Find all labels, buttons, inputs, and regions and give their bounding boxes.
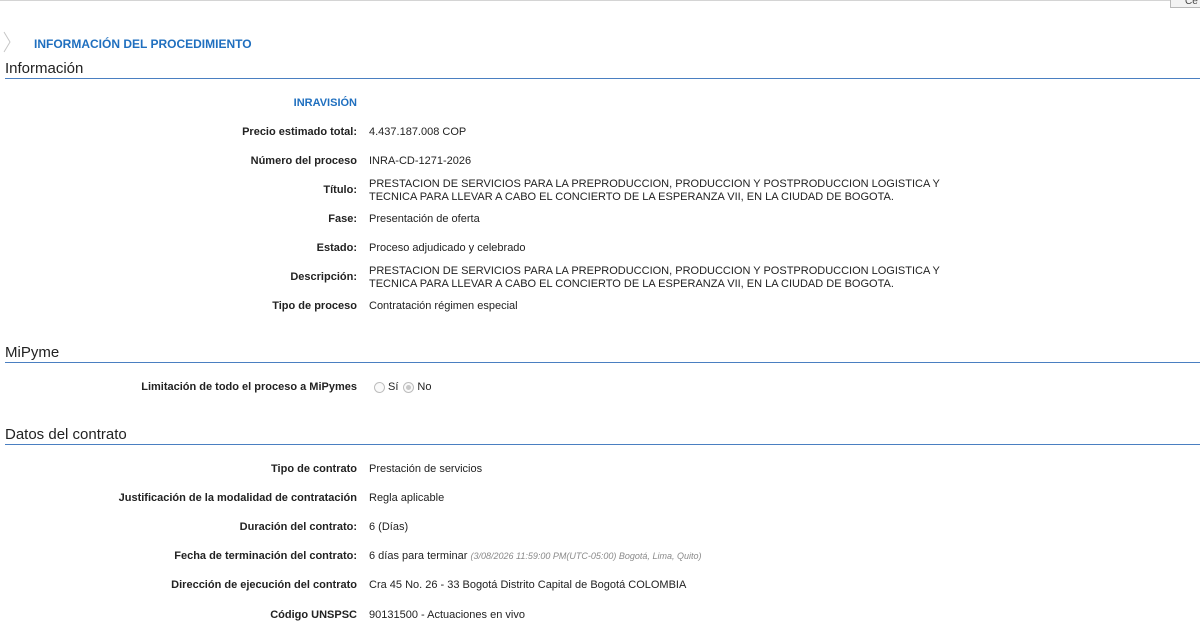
unspsc-value: 90131500 - Actuaciones en vivo xyxy=(369,609,525,621)
duracion-label: Duración del contrato: xyxy=(239,521,357,533)
tipo-contrato-label: Tipo de contrato xyxy=(271,463,357,475)
descripcion-label: Descripción: xyxy=(290,271,357,283)
section-divider xyxy=(5,444,1200,445)
unspsc-label: Código UNSPSC xyxy=(270,609,357,621)
radio-si[interactable] xyxy=(374,381,385,393)
procedure-header: INFORMACIÓN DEL PROCEDIMIENTO xyxy=(34,37,252,51)
radio-no-label: No xyxy=(417,381,432,393)
estado-label: Estado: xyxy=(316,242,357,254)
top-border xyxy=(0,0,1200,1)
radio-no[interactable] xyxy=(403,381,415,393)
direccion-value: Cra 45 No. 26 - 33 Bogotá Distrito Capit… xyxy=(369,579,687,591)
direccion-label: Dirección de ejecución del contrato xyxy=(171,579,357,591)
section-title-informacion: Información xyxy=(5,60,84,77)
fase-label: Fase: xyxy=(328,213,357,225)
justificacion-value: Regla aplicable xyxy=(369,492,445,504)
entity-name: INRAVISIÓN xyxy=(293,97,357,109)
fecha-note: (3/08/2026 11:59:00 PM(UTC-05:00) Bogotá… xyxy=(470,551,702,561)
limitacion-label: Limitación de todo el proceso a MiPymes xyxy=(141,381,357,393)
chevron-right-icon[interactable] xyxy=(2,30,12,54)
radio-si-label: Sí xyxy=(388,381,399,393)
numero-value: INRA-CD-1271-2026 xyxy=(369,155,472,167)
estado-value: Proceso adjudicado y celebrado xyxy=(369,242,526,254)
fecha-label: Fecha de terminación del contrato: xyxy=(174,550,357,562)
section-divider xyxy=(5,362,1200,363)
mipyme-radio-group: Sí No xyxy=(374,381,436,393)
descripcion-value: PRESTACION DE SERVICIOS PARA LA PREPRODU… xyxy=(369,265,940,290)
numero-label: Número del proceso xyxy=(250,155,357,167)
section-title-contrato: Datos del contrato xyxy=(5,426,127,443)
section-divider xyxy=(5,78,1200,79)
corner-button[interactable]: Ce xyxy=(1170,0,1200,8)
fase-value: Presentación de oferta xyxy=(369,213,480,225)
justificacion-label: Justificación de la modalidad de contrat… xyxy=(118,492,357,504)
fecha-value: 6 días para terminar xyxy=(369,550,468,562)
tipo-proceso-value: Contratación régimen especial xyxy=(369,300,518,312)
precio-label: Precio estimado total: xyxy=(242,126,357,138)
titulo-label: Título: xyxy=(323,184,357,196)
tipo-proceso-label: Tipo de proceso xyxy=(272,300,357,312)
tipo-contrato-value: Prestación de servicios xyxy=(369,463,483,475)
titulo-value: PRESTACION DE SERVICIOS PARA LA PREPRODU… xyxy=(369,178,940,203)
section-title-mipyme: MiPyme xyxy=(5,344,60,361)
precio-value: 4.437.187.008 COP xyxy=(369,126,467,138)
fecha-value-line: 6 días para terminar (3/08/2026 11:59:00… xyxy=(369,550,701,563)
duracion-value: 6 (Días) xyxy=(369,521,409,533)
